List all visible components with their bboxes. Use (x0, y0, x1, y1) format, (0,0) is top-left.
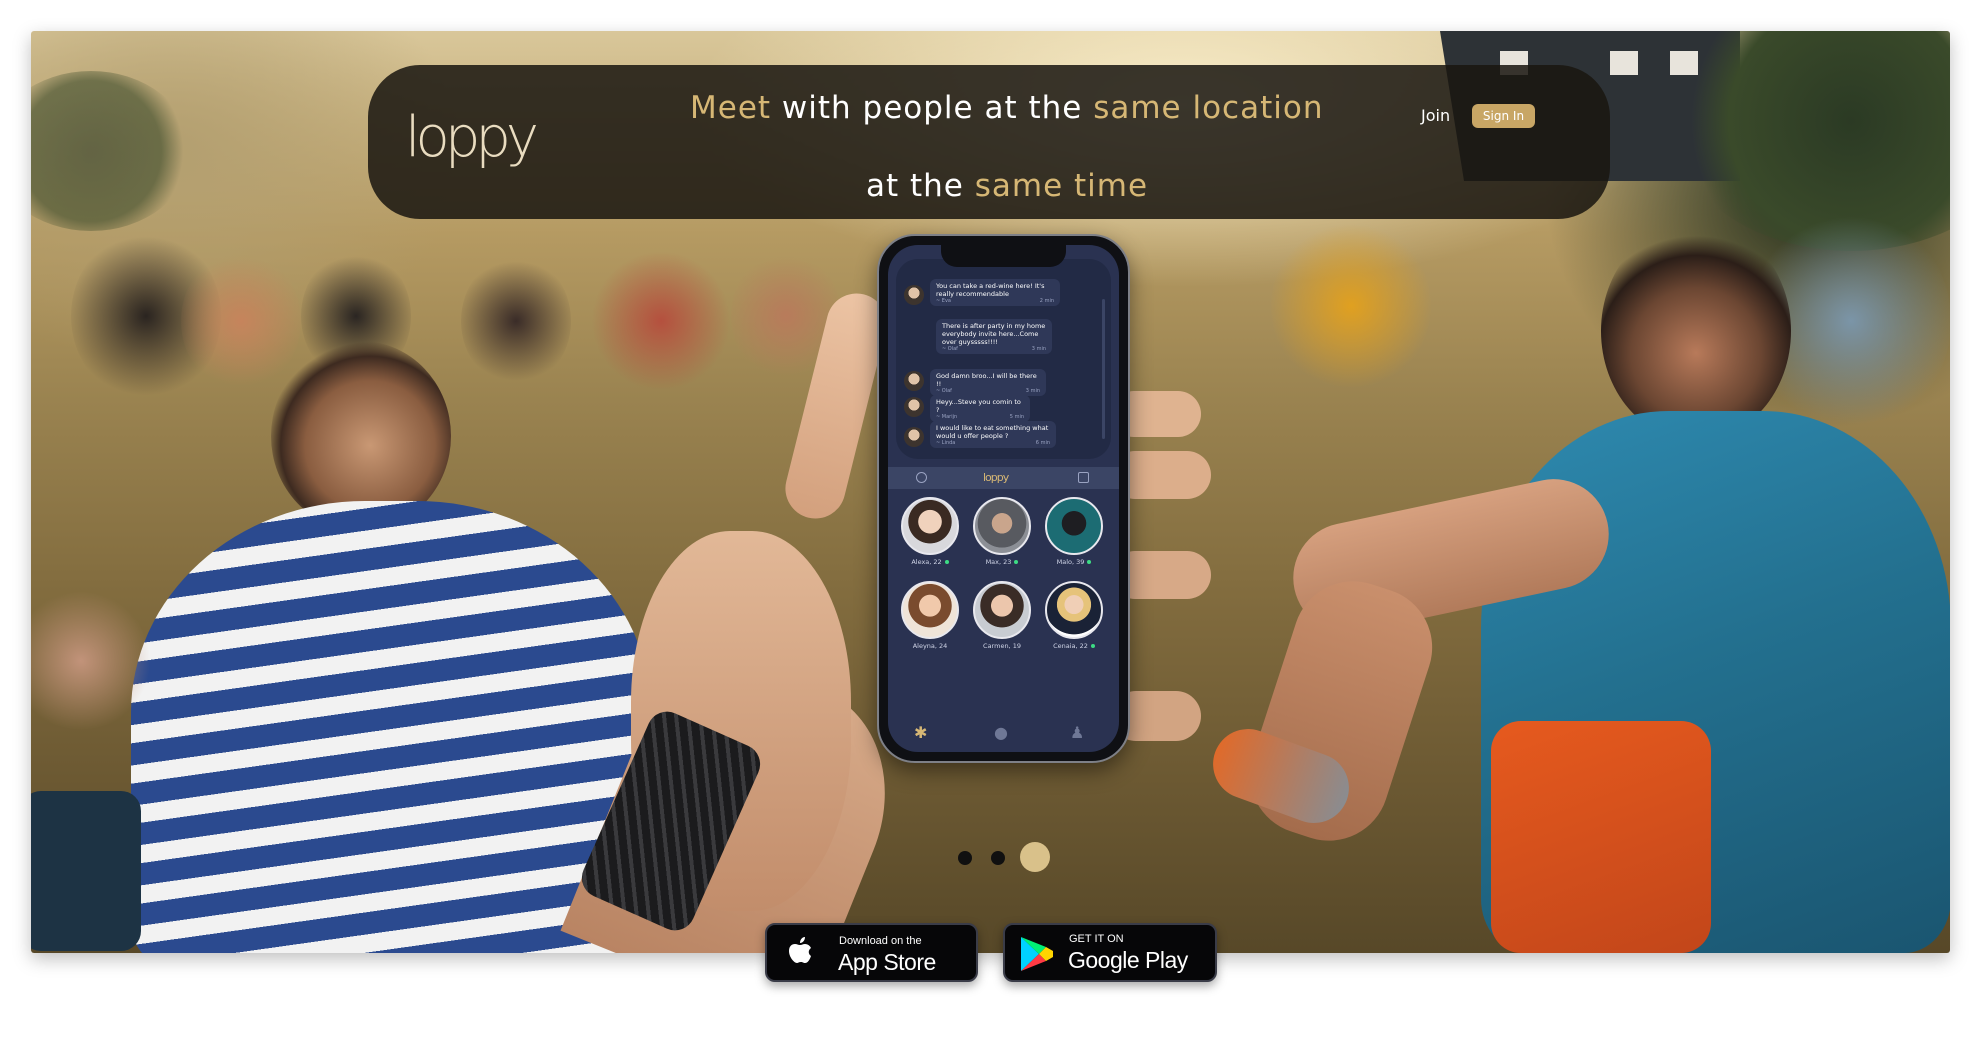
filter-icon[interactable] (1078, 472, 1089, 483)
profile-card[interactable]: Max, 23 (972, 497, 1032, 566)
join-link[interactable]: Join (1421, 106, 1450, 125)
phone-app-logo: loppy (983, 471, 1009, 484)
person-striped-shirt (91, 341, 651, 953)
sign-in-button[interactable]: Sign In (1472, 104, 1535, 128)
tagline-meet: Meet (690, 90, 772, 126)
phone-screen: You can take a red-wine here! It's reall… (888, 245, 1119, 752)
chat-message: Heyy...Steve you comin to ? ~ Marijn 5 mi… (930, 395, 1030, 422)
phone-tab-bar: ✱ ● ♟ (888, 715, 1119, 752)
online-dot (1087, 560, 1092, 564)
google-play-button[interactable]: GET IT ON Google Play (1003, 923, 1217, 982)
loppy-logo[interactable]: loppy (405, 100, 539, 176)
chat-message: God damn broo...I will be there !! ~ Ola… (930, 369, 1046, 396)
phone-mockup: You can take a red-wine here! It's reall… (877, 234, 1130, 763)
avatar (904, 397, 924, 417)
chat-panel: You can take a red-wine here! It's reall… (896, 259, 1111, 459)
person-teal-shirt (1191, 201, 1950, 953)
appstore-big-text: App Store (838, 949, 936, 975)
profile-icon[interactable]: ♟ (1070, 723, 1084, 742)
chat-icon[interactable]: ● (994, 723, 1008, 742)
tagline-at-the: at the (866, 168, 975, 204)
avatar (904, 371, 924, 391)
tagline-line-1: Meet with people at the same location (690, 90, 1330, 126)
avatar (904, 285, 924, 305)
profile-card[interactable]: Carmen, 19 (972, 581, 1032, 650)
apple-icon (787, 937, 813, 967)
googleplay-small-text: GET IT ON (1069, 933, 1124, 945)
hub-icon[interactable]: ✱ (914, 723, 927, 742)
carousel-dot-2[interactable] (991, 851, 1005, 865)
chat-message: I would like to eat something what would… (930, 421, 1056, 448)
phone-app-bar: loppy (888, 467, 1119, 489)
chat-message: You can take a red-wine here! It's reall… (930, 279, 1060, 306)
googleplay-big-text: Google Play (1068, 947, 1188, 973)
carousel-dot-1[interactable] (958, 851, 972, 865)
avatar (904, 427, 924, 447)
online-dot (1090, 644, 1095, 648)
appstore-small-text: Download on the (839, 935, 922, 947)
user-icon[interactable] (916, 472, 927, 483)
carousel-dot-3-active[interactable] (1020, 842, 1050, 872)
tagline-same-time: same time (974, 168, 1149, 204)
profile-card[interactable]: Cenaia, 22 (1044, 581, 1104, 650)
profile-card[interactable]: Aleyna, 24 (900, 581, 960, 650)
phone-notch (941, 245, 1066, 267)
chat-message: There is after party in my home everybod… (936, 319, 1052, 354)
profile-card[interactable]: Malo, 39 (1044, 497, 1104, 566)
tagline-same-location: same location (1093, 90, 1324, 126)
google-play-icon (1019, 935, 1055, 973)
app-store-button[interactable]: Download on the App Store (765, 923, 978, 982)
online-dot (1014, 560, 1019, 564)
online-dot (944, 560, 949, 564)
chat-scrollbar[interactable] (1102, 299, 1105, 439)
tagline-middle: with people at the (771, 90, 1094, 126)
profile-card[interactable]: Alexa, 22 (900, 497, 960, 566)
tagline-line-2: at the same time (866, 168, 1166, 204)
